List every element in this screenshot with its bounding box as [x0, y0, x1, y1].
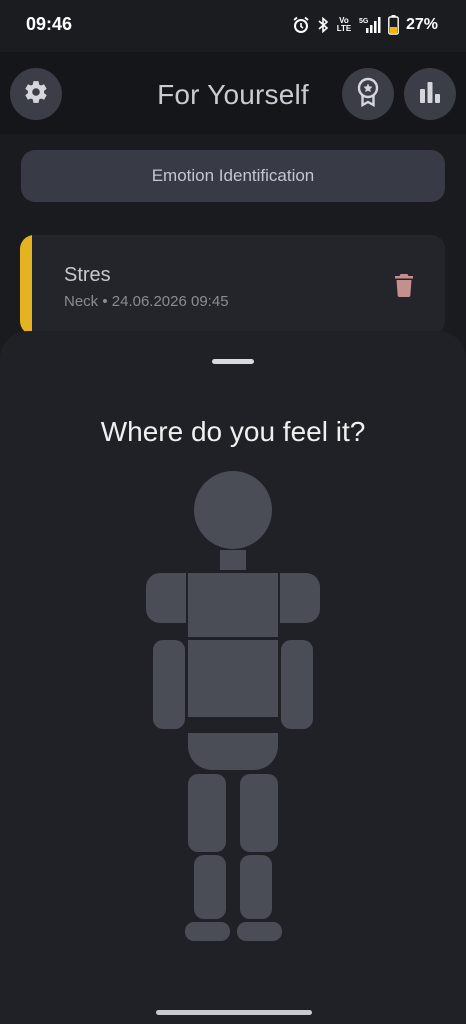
- status-icons: Vo LTE 5G 27%: [292, 14, 438, 36]
- entry-accent-bar: [20, 235, 32, 335]
- body-part-abdomen[interactable]: [188, 640, 278, 717]
- body-part-chest-upper[interactable]: [188, 573, 278, 637]
- emotion-entry-card[interactable]: Stres Neck • 24.06.2026 09:45: [20, 235, 445, 335]
- battery-percent: 27%: [405, 16, 438, 33]
- entry-subtitle: Neck • 24.06.2026 09:45: [64, 293, 229, 310]
- body-part-left-arm[interactable]: [153, 640, 185, 729]
- body-part-right-shoulder[interactable]: [280, 573, 320, 623]
- volte-icon: Vo LTE: [336, 16, 352, 33]
- body-part-left-shin[interactable]: [194, 855, 226, 919]
- drag-handle[interactable]: [212, 359, 254, 364]
- body-part-right-thigh[interactable]: [240, 774, 278, 852]
- entry-card-body: Stres Neck • 24.06.2026 09:45: [32, 235, 445, 335]
- body-part-left-shoulder[interactable]: [146, 573, 186, 623]
- body-part-right-arm[interactable]: [281, 640, 313, 729]
- body-part-right-foot[interactable]: [237, 922, 282, 941]
- trash-icon[interactable]: [394, 273, 414, 302]
- battery-icon: [388, 15, 399, 35]
- achievements-button[interactable]: [342, 68, 394, 120]
- body-part-left-thigh[interactable]: [188, 774, 226, 852]
- emotion-identification-button[interactable]: Emotion Identification: [21, 150, 445, 202]
- network-type-label: 5G: [359, 18, 369, 25]
- status-time: 09:46: [26, 14, 73, 34]
- status-bar: 09:46 Vo LTE 5G 27%: [0, 0, 466, 52]
- body-part-pelvis[interactable]: [188, 733, 278, 770]
- sheet-question: Where do you feel it?: [100, 416, 366, 447]
- top-app-bar: For Yourself: [0, 52, 466, 134]
- body-part-head[interactable]: [194, 471, 272, 549]
- page-title: For Yourself: [157, 79, 309, 110]
- bar-chart-icon: [418, 81, 442, 108]
- gesture-nav-bar[interactable]: [156, 1010, 312, 1015]
- body-part-left-foot[interactable]: [185, 922, 230, 941]
- bluetooth-icon: [317, 16, 329, 34]
- body-part-neck[interactable]: [220, 550, 246, 570]
- award-icon: [355, 77, 381, 112]
- entry-title: Stres: [64, 264, 111, 286]
- statistics-button[interactable]: [404, 68, 456, 120]
- signal-icon: 5G: [359, 16, 381, 34]
- alarm-icon: [292, 16, 310, 34]
- body-part-right-shin[interactable]: [240, 855, 272, 919]
